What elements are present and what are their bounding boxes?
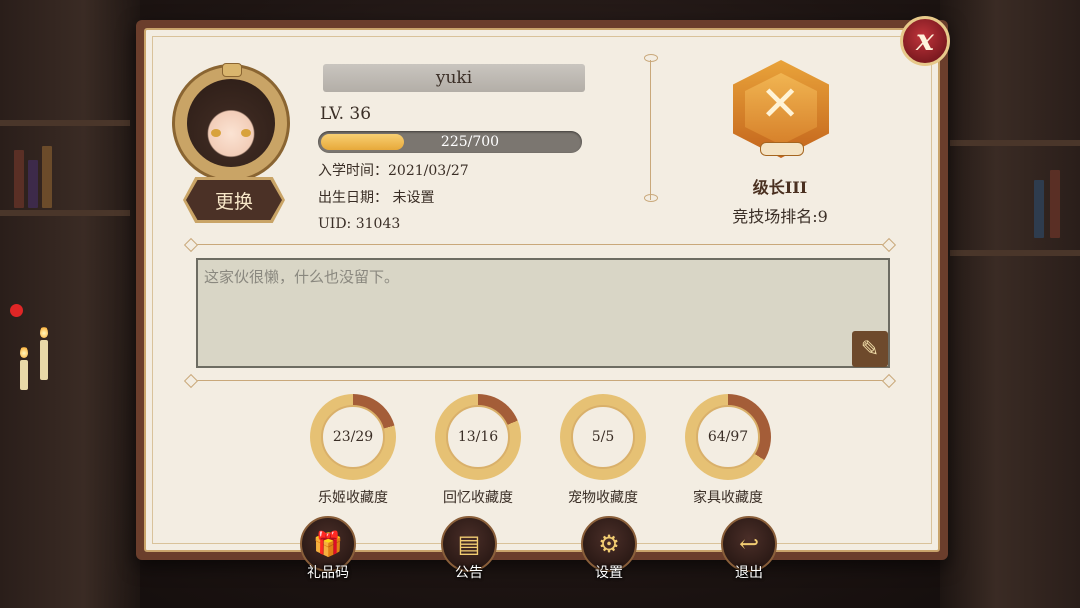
shelf — [0, 120, 130, 126]
gift-code-label: 礼品码 — [307, 565, 349, 581]
enroll-date: 入学时间：2021/03/27 — [318, 163, 469, 179]
gear-icon: ⚙ — [598, 530, 620, 558]
horizontal-divider — [192, 244, 888, 245]
collection-label: 回忆收藏度 — [443, 490, 513, 506]
collection-label: 宠物收藏度 — [568, 490, 638, 506]
avatar[interactable] — [172, 63, 290, 182]
player-name[interactable]: yuki — [323, 64, 585, 92]
exp-bar: 225/700 — [318, 131, 582, 153]
candle-flame — [20, 346, 28, 358]
exp-text: 225/700 — [440, 134, 500, 150]
player-level: LV. 36 — [320, 104, 372, 124]
return-icon: ↩ — [738, 530, 760, 558]
collection-ring-furniture: 64/97 — [685, 394, 771, 480]
change-avatar-button[interactable]: 更换 — [186, 180, 282, 220]
rank-badge-ribbon — [760, 142, 804, 156]
gift-icon: 🎁 — [313, 530, 343, 558]
birthday: 出生日期： 未设置 — [318, 190, 435, 206]
horizontal-divider — [192, 380, 888, 381]
folder-icon: ▤ — [457, 530, 481, 558]
collection-value: 64/97 — [696, 405, 760, 469]
background-bookshelf-right — [940, 0, 1080, 608]
background-bookshelf-left — [0, 0, 140, 608]
settings-label: 设置 — [595, 565, 623, 581]
candle-flame — [40, 326, 48, 338]
candle — [40, 340, 48, 380]
book — [28, 160, 38, 208]
collection-value: 13/16 — [446, 405, 510, 469]
notification-dot — [10, 304, 23, 317]
shelf — [950, 140, 1080, 146]
divider-ornament — [644, 54, 658, 62]
divider-ornament — [644, 194, 658, 202]
avatar-eye — [241, 129, 251, 137]
collection-ring-musicgirl: 23/29 — [310, 394, 396, 480]
book — [1034, 180, 1044, 238]
close-button[interactable]: x — [900, 16, 950, 66]
rank-title: 级长III — [752, 178, 808, 197]
collection-value: 23/29 — [321, 405, 385, 469]
crown-icon — [222, 63, 242, 77]
signature-box[interactable]: 这家伙很懒，什么也没留下。 — [196, 258, 890, 368]
shelf — [950, 250, 1080, 256]
collection-label: 乐姬收藏度 — [318, 490, 388, 506]
signature-text: 这家伙很懒，什么也没留下。 — [204, 268, 400, 286]
close-icon: x — [916, 23, 934, 58]
avatar-portrait — [187, 79, 275, 167]
player-uid: UID: 31043 — [318, 216, 401, 232]
announcement-label: 公告 — [455, 565, 483, 581]
arena-rank: 竞技场排名:9 — [732, 207, 828, 226]
book — [14, 150, 24, 208]
collection-value: 5/5 — [571, 405, 635, 469]
vertical-divider — [650, 60, 651, 200]
logout-label: 退出 — [735, 565, 763, 581]
collection-ring-memory: 13/16 — [435, 394, 521, 480]
book — [42, 146, 52, 208]
shelf — [0, 210, 130, 216]
quill-icon[interactable]: ✎ — [852, 331, 888, 367]
collection-label: 家具收藏度 — [693, 490, 763, 506]
candle — [20, 360, 28, 390]
crossed-wands-icon: ✕ — [760, 76, 801, 132]
collection-ring-pet: 5/5 — [560, 394, 646, 480]
book — [1050, 170, 1060, 238]
avatar-eye — [211, 129, 221, 137]
